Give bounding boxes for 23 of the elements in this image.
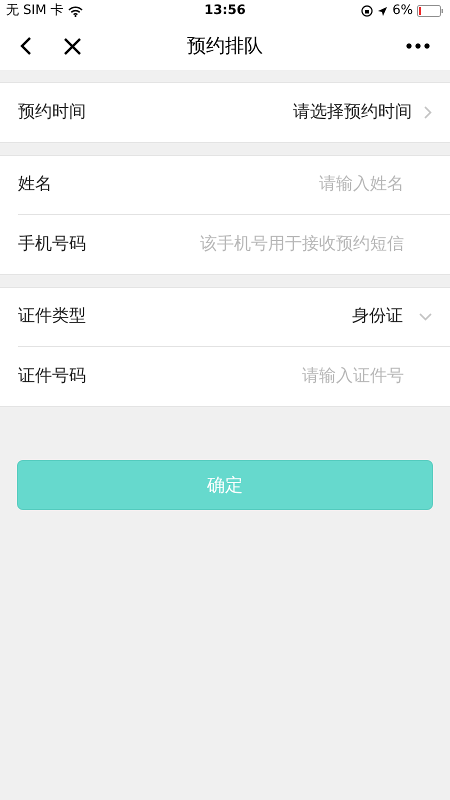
carrier-label: 无 SIM 卡 — [6, 2, 64, 20]
more-icon — [406, 43, 430, 49]
field-label: 手机号码 — [18, 232, 86, 256]
input-field[interactable]: 该手机号用于接收预约短信 — [102, 232, 432, 258]
field-label: 姓名 — [18, 173, 52, 196]
orientation-lock-icon — [361, 5, 374, 17]
field-label: 证件类型 — [18, 305, 86, 328]
chevron-right-icon — [424, 106, 432, 119]
wifi-icon — [68, 6, 83, 16]
document-type-select[interactable]: 身份证 — [352, 304, 432, 330]
time-picker[interactable]: 请选择预约时间 — [293, 100, 432, 126]
back-icon — [20, 36, 32, 56]
page-title: 预约排队 — [187, 34, 263, 59]
battery-icon — [416, 5, 444, 17]
close-icon — [64, 38, 81, 54]
clock-time: 13:56 — [204, 2, 246, 20]
input-field[interactable]: 请输入姓名 — [68, 172, 432, 198]
field-label: 证件号码 — [18, 364, 86, 388]
input-field[interactable]: 请输入证件号 — [102, 364, 432, 390]
battery-percent: 6% — [392, 2, 413, 20]
chevron-down-icon — [419, 313, 432, 321]
location-arrow-icon — [377, 6, 388, 16]
field-label: 预约时间 — [18, 100, 86, 124]
